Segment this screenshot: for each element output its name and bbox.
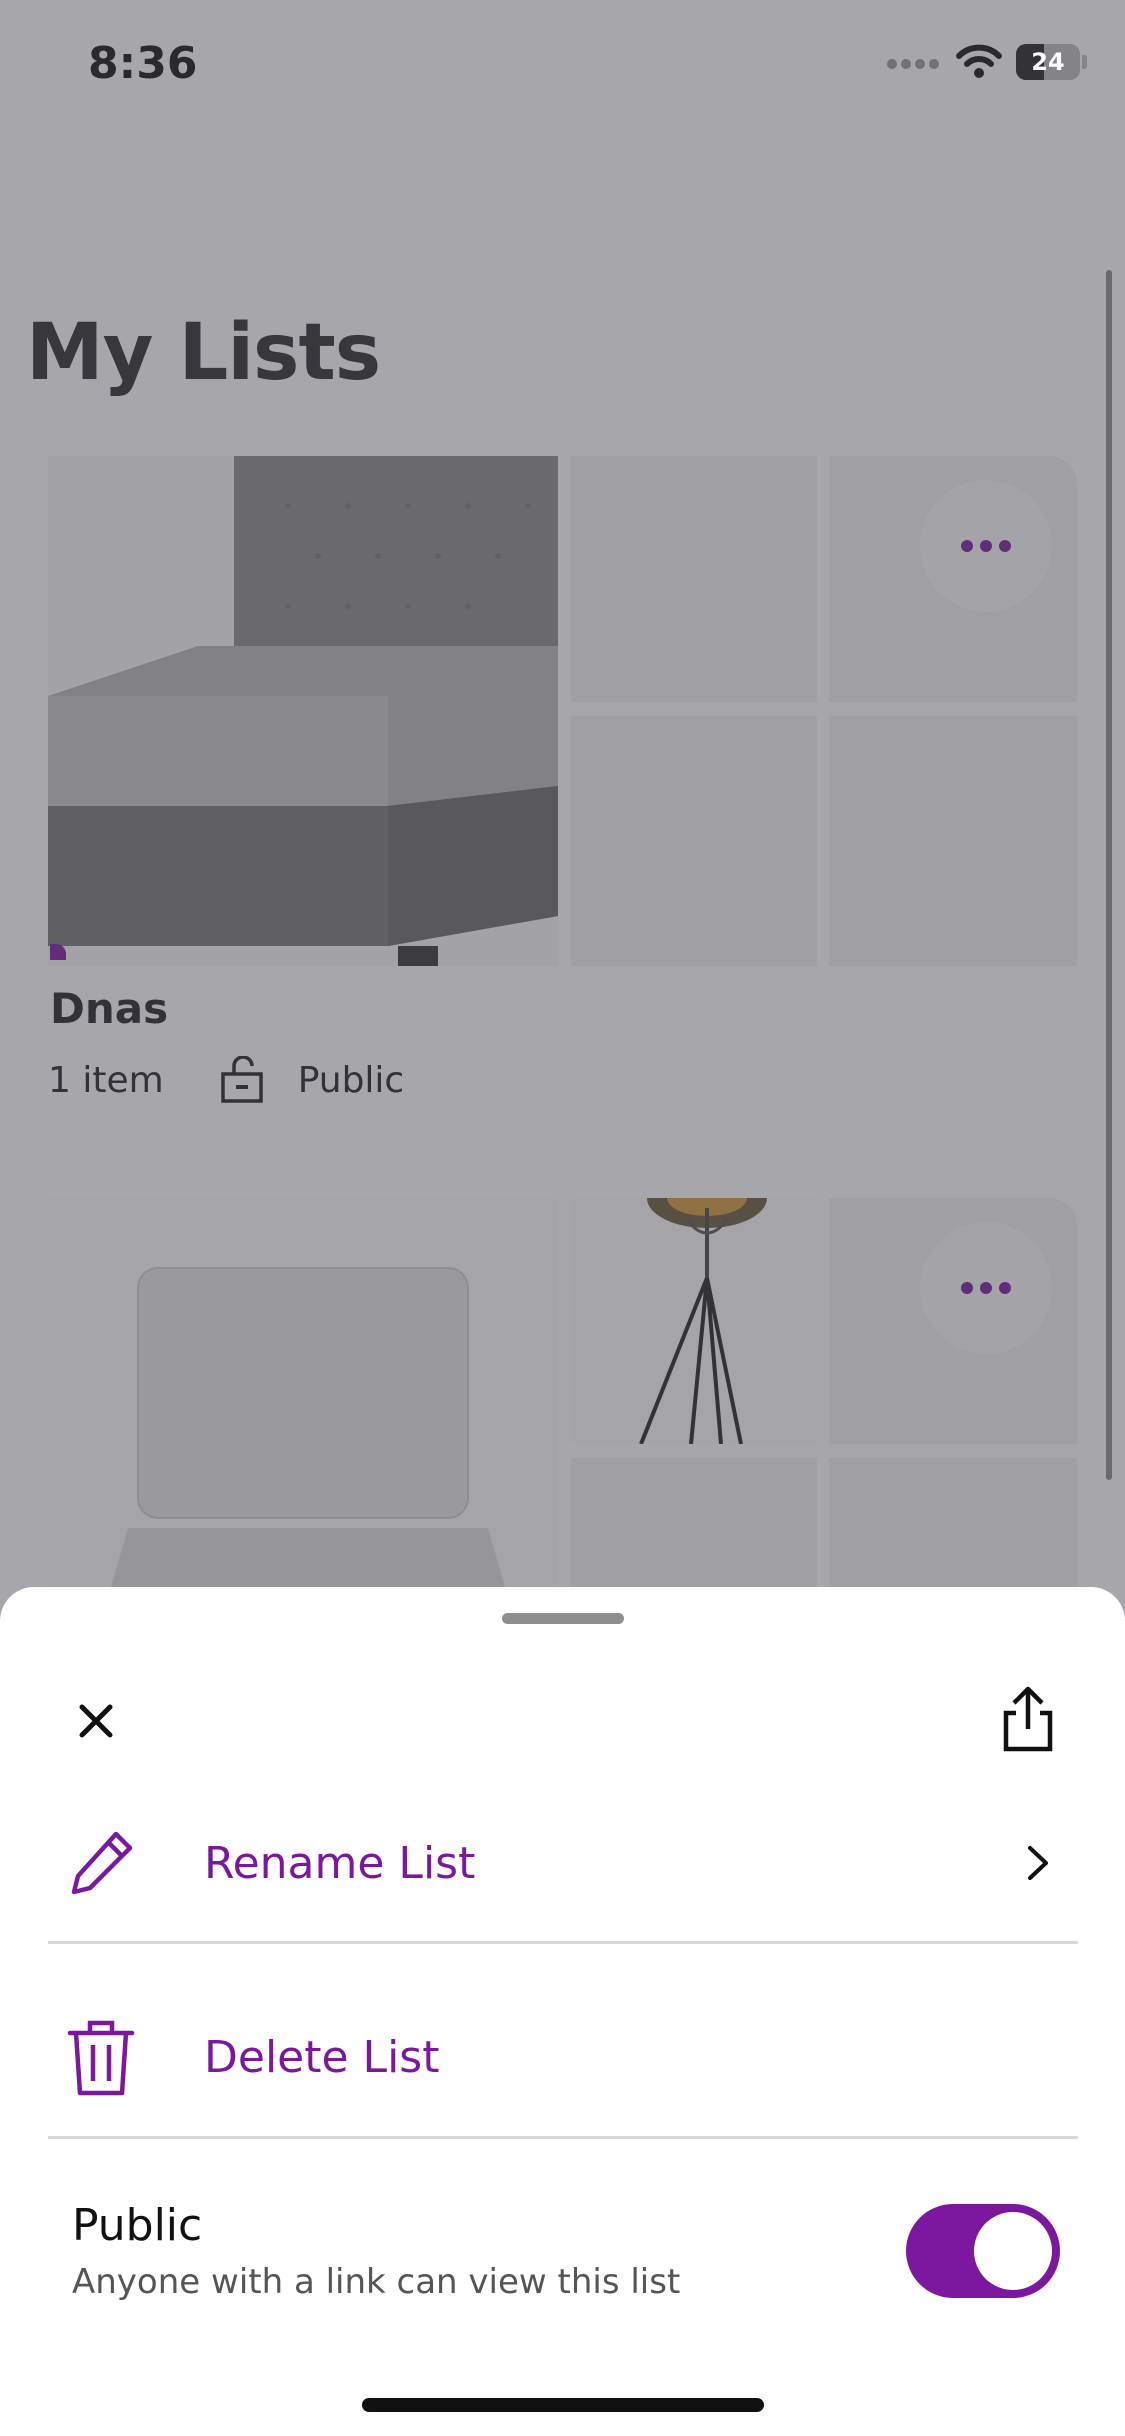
divider	[48, 1941, 1078, 1944]
public-subtitle: Anyone with a link can view this list	[72, 2262, 681, 2302]
toggle-knob	[974, 2212, 1052, 2290]
pencil-icon	[71, 1831, 133, 1895]
public-toggle[interactable]	[906, 2204, 1060, 2298]
divider	[48, 2136, 1078, 2139]
delete-list-row[interactable]: Delete List	[48, 1982, 1078, 2132]
rename-list-label: Rename List	[204, 1837, 476, 1889]
rename-list-row[interactable]: Rename List	[48, 1788, 1078, 1938]
home-indicator[interactable]	[362, 2398, 764, 2412]
public-title: Public	[72, 2200, 203, 2251]
close-button[interactable]	[68, 1693, 124, 1749]
battery-level: 24	[1031, 48, 1065, 76]
delete-list-label: Delete List	[204, 2031, 440, 2083]
chevron-right-icon	[1028, 1846, 1048, 1880]
list-options-sheet: Rename List Delete List Public Anyone wi…	[0, 1587, 1125, 2436]
share-button[interactable]	[996, 1685, 1060, 1755]
trash-icon	[67, 2020, 135, 2096]
close-icon	[79, 1704, 113, 1738]
sheet-grabber[interactable]	[502, 1613, 624, 1624]
share-icon	[1003, 1686, 1053, 1752]
